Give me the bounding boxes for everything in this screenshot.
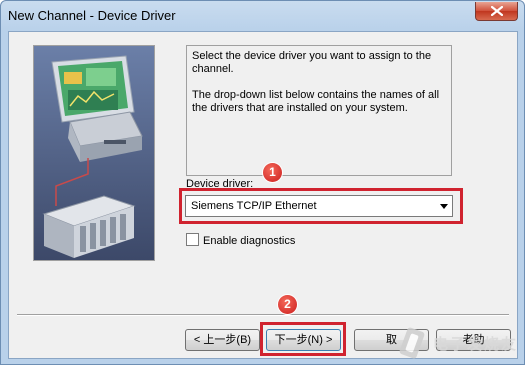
close-button[interactable] bbox=[475, 2, 518, 21]
info-text-1: Select the device driver you want to ass… bbox=[192, 50, 432, 75]
window-title: New Channel - Device Driver bbox=[8, 8, 176, 23]
title-bar[interactable]: New Channel - Device Driver bbox=[1, 1, 524, 31]
step-badge-2: 2 bbox=[278, 295, 297, 314]
watermark-text: 电子发烧友 bbox=[433, 336, 519, 353]
step-badge-1: 1 bbox=[263, 163, 282, 182]
close-icon bbox=[491, 6, 503, 16]
diagnostics-checkbox[interactable] bbox=[186, 233, 199, 246]
info-panel: Select the device driver you want to ass… bbox=[186, 45, 452, 176]
diagnostics-option[interactable]: Enable diagnostics bbox=[186, 233, 295, 247]
watermark-logo: 电子发烧友 bbox=[393, 323, 523, 363]
highlight-box-driver bbox=[179, 188, 463, 224]
back-button[interactable]: < 上一步(B) bbox=[185, 329, 260, 351]
info-text-2: The drop-down list below contains the na… bbox=[192, 89, 440, 114]
button-separator bbox=[17, 314, 509, 316]
dialog-content: Select the device driver you want to ass… bbox=[8, 31, 518, 359]
diagnostics-label: Enable diagnostics bbox=[203, 235, 296, 247]
dialog-window: New Channel - Device Driver Select the d… bbox=[0, 0, 525, 365]
device-illustration bbox=[33, 45, 155, 261]
highlight-box-next bbox=[260, 322, 346, 356]
